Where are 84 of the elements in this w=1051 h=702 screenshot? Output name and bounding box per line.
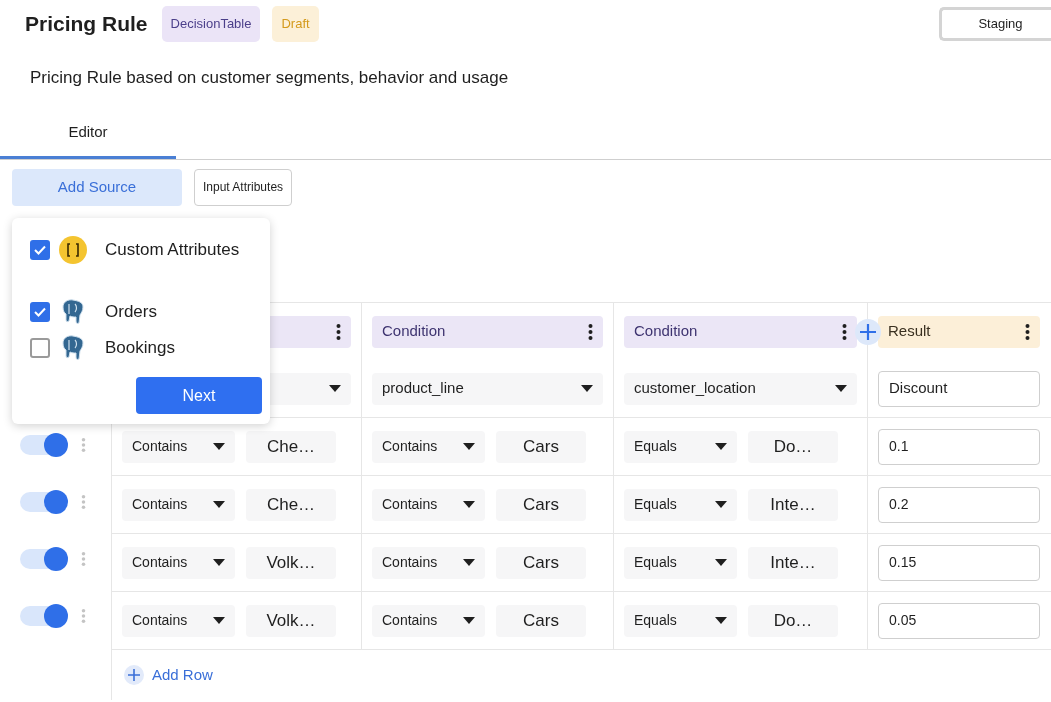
value-field[interactable]: Che…	[246, 430, 336, 463]
source-label: Custom Attributes	[105, 239, 240, 262]
checkbox[interactable]	[30, 240, 50, 260]
add-column-icon[interactable]	[855, 319, 881, 345]
caret-icon	[715, 443, 727, 450]
column-label: Result	[888, 321, 931, 342]
result-attribute-field[interactable]: Discount	[878, 370, 1040, 407]
check-icon	[34, 245, 46, 255]
value-field[interactable]: Inte…	[748, 546, 838, 579]
badge: Draft	[272, 6, 319, 42]
operator-dropdown[interactable]: Contains	[372, 430, 485, 463]
caret-icon	[581, 385, 593, 392]
drag-handle-icon[interactable]	[81, 607, 86, 624]
toggle-switch[interactable]	[20, 548, 66, 569]
operator-dropdown[interactable]: Contains	[122, 604, 235, 637]
elephant-icon	[59, 298, 87, 326]
value-field[interactable]: Cars	[496, 604, 586, 637]
next-button[interactable]: Next	[136, 377, 262, 414]
toggle-switch[interactable]	[20, 605, 66, 626]
input-attributes-button[interactable]: Input Attributes	[194, 168, 293, 206]
operator-dropdown[interactable]: Contains	[122, 546, 235, 579]
toggle-switch[interactable]	[20, 491, 66, 512]
source-label: Bookings	[105, 337, 175, 360]
caret-icon	[213, 617, 225, 624]
value-field[interactable]: Volk…	[246, 546, 336, 579]
operator-dropdown[interactable]: Equals	[624, 430, 737, 463]
checkbox[interactable]	[30, 302, 50, 322]
operator-dropdown[interactable]: Contains	[372, 604, 485, 637]
caret-icon	[463, 559, 475, 566]
caret-icon	[835, 385, 847, 392]
operator-dropdown[interactable]: Contains	[122, 430, 235, 463]
column-label: Condition	[634, 321, 698, 342]
result-field[interactable]: 0.1	[878, 428, 1040, 465]
value-field[interactable]: Do…	[748, 430, 838, 463]
operator-dropdown[interactable]: Equals	[624, 488, 737, 521]
result-field[interactable]: 0.2	[878, 486, 1040, 523]
page-title: Pricing Rule	[25, 11, 148, 38]
drag-handle-icon[interactable]	[81, 436, 86, 453]
result-field[interactable]: 0.05	[878, 602, 1040, 639]
brackets-icon	[59, 236, 87, 264]
operator-dropdown[interactable]: Contains	[122, 488, 235, 521]
add-row-button[interactable]: Add Row	[124, 663, 213, 687]
caret-icon	[715, 617, 727, 624]
operator-dropdown[interactable]: Contains	[372, 488, 485, 521]
plus-icon	[124, 665, 144, 685]
description: Pricing Rule based on customer segments, behavior and usage	[30, 67, 509, 90]
caret-icon	[463, 443, 475, 450]
more-icon[interactable]	[1025, 322, 1030, 341]
value-field[interactable]: Cars	[496, 546, 586, 579]
operator-dropdown[interactable]: Equals	[624, 604, 737, 637]
operator-dropdown[interactable]: Contains	[372, 546, 485, 579]
attribute-dropdown[interactable]: customer_location	[624, 372, 857, 405]
value-field[interactable]: Do…	[748, 604, 838, 637]
elephant-icon	[59, 334, 87, 362]
result-field[interactable]: 0.15	[878, 544, 1040, 581]
column-label: Condition	[382, 321, 446, 342]
more-icon[interactable]	[842, 322, 847, 341]
value-field[interactable]: Che…	[246, 488, 336, 521]
value-field[interactable]: Cars	[496, 488, 586, 521]
operator-dropdown[interactable]: Equals	[624, 546, 737, 579]
caret-icon	[213, 443, 225, 450]
value-field[interactable]: Volk…	[246, 604, 336, 637]
caret-icon	[715, 501, 727, 508]
add-source-button[interactable]: Add Source	[12, 168, 182, 206]
more-icon[interactable]	[336, 322, 341, 341]
drag-handle-icon[interactable]	[81, 550, 86, 567]
attribute-dropdown[interactable]: product_line	[372, 372, 603, 405]
value-field[interactable]: Inte…	[748, 488, 838, 521]
tab[interactable]: Editor	[0, 108, 176, 159]
drag-handle-icon[interactable]	[81, 493, 86, 510]
caret-icon	[213, 501, 225, 508]
environment-button[interactable]: Staging	[939, 7, 1051, 41]
badge: DecisionTable	[161, 6, 261, 42]
caret-icon	[463, 501, 475, 508]
caret-icon	[329, 385, 341, 392]
check-icon	[34, 307, 46, 317]
toggle-switch[interactable]	[20, 434, 66, 455]
caret-icon	[715, 559, 727, 566]
source-label: Orders	[105, 301, 157, 324]
caret-icon	[463, 617, 475, 624]
checkbox[interactable]	[30, 338, 50, 358]
value-field[interactable]: Cars	[496, 430, 586, 463]
caret-icon	[213, 559, 225, 566]
more-icon[interactable]	[588, 322, 593, 341]
